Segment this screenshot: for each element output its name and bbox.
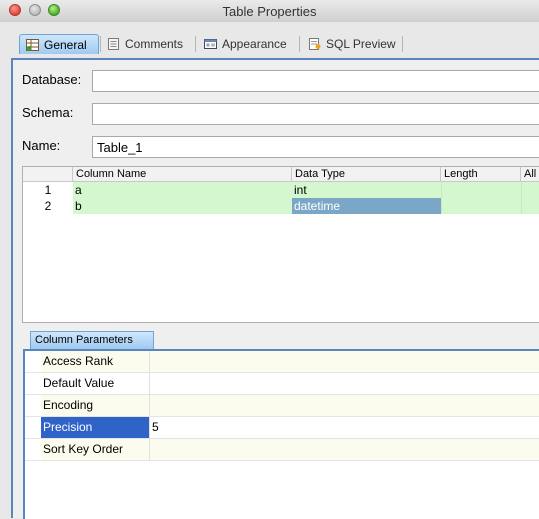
parameter-row-selected[interactable]: Precision 5 — [25, 417, 539, 439]
parameter-name: Sort Key Order — [41, 439, 150, 460]
table-grid-icon — [26, 38, 39, 51]
column-parameters-table[interactable]: Access Rank Default Value Encoding Preci… — [23, 349, 539, 519]
database-label: Database: — [22, 72, 82, 87]
sql-document-icon — [308, 38, 321, 50]
tab-divider — [299, 36, 300, 52]
table-row[interactable]: 2 b datetime — [23, 198, 539, 214]
length-cell[interactable] — [441, 182, 521, 198]
parameter-row[interactable]: Encoding — [25, 395, 539, 417]
columns-table-header: Column Name Data Type Length All — [23, 167, 539, 182]
tab-comments[interactable]: Comments — [107, 34, 183, 54]
allow-null-header[interactable]: All — [521, 167, 539, 181]
tab-appearance[interactable]: Appearance — [204, 34, 287, 54]
parameter-value[interactable] — [150, 439, 539, 460]
length-header[interactable]: Length — [441, 167, 521, 181]
parameter-value[interactable] — [150, 395, 539, 416]
tab-divider — [100, 36, 101, 52]
allow-null-cell[interactable] — [521, 182, 539, 198]
tab-appearance-label: Appearance — [222, 37, 287, 51]
parameter-value[interactable] — [150, 351, 539, 372]
name-field[interactable] — [92, 136, 539, 158]
tab-divider — [195, 36, 196, 52]
tab-divider — [402, 36, 403, 52]
schema-field[interactable] — [92, 103, 539, 125]
tab-bar: General Comments Appearance SQL Preview — [0, 22, 539, 58]
name-label: Name: — [22, 138, 61, 153]
column-parameters-tab[interactable]: Column Parameters — [30, 331, 154, 349]
database-field[interactable] — [92, 70, 539, 92]
tab-sql-preview[interactable]: SQL Preview — [308, 34, 396, 54]
window-icon — [204, 38, 217, 50]
parameter-name: Default Value — [41, 373, 150, 394]
row-number-header — [23, 167, 73, 181]
parameter-value[interactable] — [150, 373, 539, 394]
parameter-row[interactable]: Sort Key Order — [25, 439, 539, 461]
row-number: 2 — [44, 199, 52, 213]
schema-label: Schema: — [22, 105, 74, 120]
parameter-name: Access Rank — [41, 351, 150, 372]
tab-general-label: General — [44, 37, 87, 52]
allow-null-cell[interactable] — [521, 198, 539, 214]
tab-comments-label: Comments — [125, 37, 184, 51]
parameter-name: Precision — [41, 417, 150, 438]
notepad-icon — [107, 38, 120, 50]
column-name-cell[interactable]: a — [73, 182, 292, 198]
parameter-name: Encoding — [41, 395, 150, 416]
window-title: Table Properties — [222, 4, 317, 19]
data-type-header[interactable]: Data Type — [292, 167, 441, 181]
table-row[interactable]: 1 a int — [23, 182, 539, 198]
parameter-value[interactable]: 5 — [150, 417, 539, 438]
tab-general[interactable]: General — [19, 34, 99, 54]
data-type-cell[interactable]: int — [292, 182, 441, 198]
column-name-header[interactable]: Column Name — [73, 167, 292, 181]
title-bar: Table Properties — [0, 0, 539, 23]
tab-sql-preview-label: SQL Preview — [326, 37, 396, 51]
columns-table[interactable]: Column Name Data Type Length All 1 a int… — [22, 166, 539, 323]
parameter-row[interactable]: Access Rank — [25, 351, 539, 373]
row-number: 1 — [44, 183, 52, 197]
column-name-cell[interactable]: b — [73, 198, 292, 214]
data-type-cell-selected[interactable]: datetime — [292, 198, 441, 214]
parameter-row[interactable]: Default Value — [25, 373, 539, 395]
length-cell[interactable] — [441, 198, 521, 214]
